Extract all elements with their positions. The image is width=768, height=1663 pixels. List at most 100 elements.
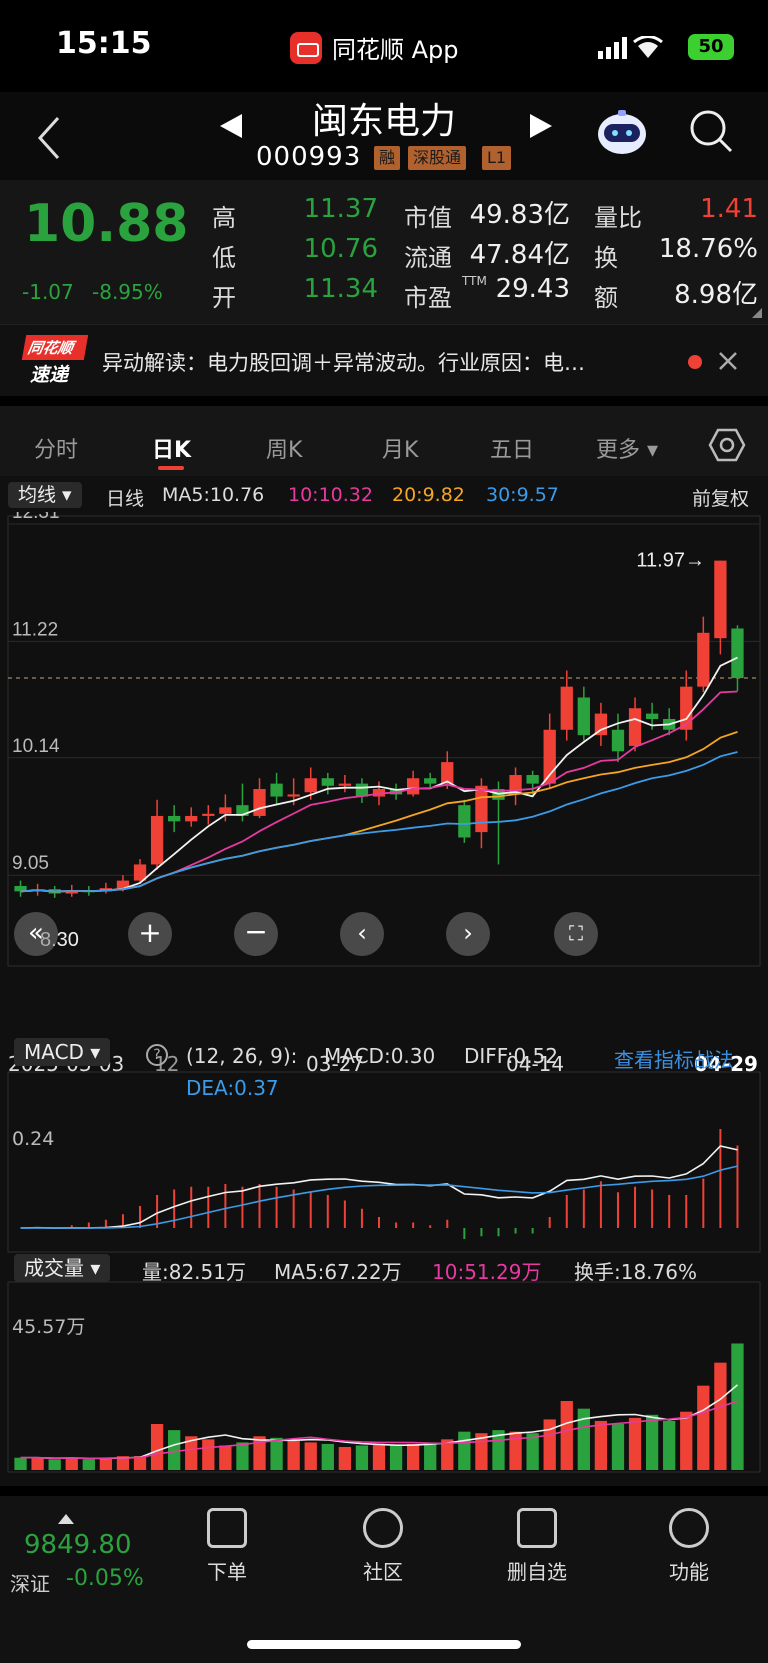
kline-svg[interactable]: 12.3111.2210.149.0511.97→8.30 [0, 512, 768, 1486]
close-icon[interactable] [718, 351, 738, 371]
next-stock-icon[interactable] [528, 112, 554, 140]
nav-functions[interactable]: 功能 [634, 1508, 744, 1585]
zoom-in-icon[interactable]: + [128, 912, 172, 956]
nav-community[interactable]: 社区 [328, 1508, 438, 1585]
volume-bar [150, 1424, 164, 1470]
nav-community-label: 社区 [363, 1560, 403, 1584]
community-star-icon [363, 1508, 403, 1548]
nav-remove-watchlist[interactable]: 删自选 [482, 1508, 592, 1585]
unread-dot-icon [688, 355, 702, 369]
tab-daily-k[interactable]: 日K [152, 432, 191, 464]
volume-bar [526, 1433, 539, 1470]
ma20-value: 20:9.82 [392, 484, 465, 506]
macd-selector-label: MACD [24, 1040, 84, 1064]
candle-body [150, 815, 164, 865]
candle-body [287, 794, 300, 797]
volume-bar [543, 1419, 556, 1470]
nav-order-label: 下单 [207, 1560, 247, 1584]
open-label: 开 [212, 284, 236, 312]
candle-body [406, 778, 420, 795]
order-doc-icon [207, 1508, 247, 1548]
fullscreen-icon[interactable]: ⛶ [554, 912, 598, 956]
zoom-out-icon[interactable]: − [234, 912, 278, 956]
news-bar[interactable]: 同花顺 速递 异动解读：电力股回调＋异常波动。行业原因：电… [0, 324, 768, 396]
y-axis-label: 10.14 [12, 736, 60, 757]
help-icon[interactable]: ? [146, 1044, 168, 1066]
kline-chart-area[interactable]: 均线 ▾ 日线 MA5:10.76 10:10.32 20:9.82 30:9.… [0, 476, 768, 1486]
price-change: -1.07 [22, 280, 74, 304]
tab-more[interactable]: 更多 ▾ [596, 432, 658, 464]
period-tabs: 分时 日K 周K 月K 五日 更多 ▾ [0, 396, 768, 476]
volume-bar [714, 1362, 727, 1470]
back-to-app[interactable]: 同花顺 App [290, 30, 459, 65]
tab-monthly-k[interactable]: 月K [382, 432, 418, 464]
macd-frame [7, 1071, 761, 1253]
search-icon[interactable] [688, 108, 734, 154]
indicator-selector[interactable]: 均线 ▾ [8, 482, 82, 508]
turnover-label: 换 [594, 244, 618, 272]
volume-bar [287, 1439, 300, 1470]
volume-bar [406, 1443, 420, 1470]
nav-order[interactable]: 下单 [172, 1508, 282, 1585]
settings-icon[interactable] [708, 426, 746, 464]
index-value[interactable]: 9849.80 [24, 1530, 132, 1560]
turnover-value: 18.76% [658, 234, 758, 264]
volume-bar [82, 1459, 95, 1470]
chevron-down-icon: ▾ [640, 438, 659, 463]
tab-five-day[interactable]: 五日 [490, 432, 534, 464]
candle-body [185, 815, 198, 822]
volume-bar [372, 1443, 386, 1470]
volume-bar [31, 1457, 44, 1470]
remove-watchlist-icon [517, 1508, 557, 1548]
volume-bar [663, 1420, 676, 1470]
active-tab-indicator [158, 466, 184, 470]
index-change: -0.05% [66, 1566, 144, 1591]
float-value: 47.84亿 [469, 240, 570, 270]
price-change-pct: -8.95% [92, 280, 163, 304]
volume-bar [14, 1457, 27, 1470]
adjust-mode[interactable]: 前复权 [692, 484, 749, 511]
clock: 15:15 [56, 26, 152, 61]
volume-selector[interactable]: 成交量 ▾ [14, 1254, 111, 1282]
menu-icon [669, 1508, 709, 1548]
scroll-right-icon[interactable]: › [446, 912, 490, 956]
macd-strategy-link[interactable]: 查看指标战法 [614, 1044, 734, 1073]
volume-ma10: 10:51.29万 [432, 1260, 542, 1284]
volume-bar [645, 1414, 659, 1470]
tab-weekly-k[interactable]: 周K [266, 432, 302, 464]
volume-bar [219, 1445, 232, 1470]
expand-up-icon[interactable] [58, 1514, 74, 1524]
macd-params: (12, 26, 9): [186, 1044, 298, 1068]
macd-selector[interactable]: MACD ▾ [14, 1038, 111, 1066]
kline-frame [7, 515, 761, 967]
prev-stock-icon[interactable] [218, 112, 244, 140]
candle-body [560, 686, 573, 730]
candle-body [458, 805, 471, 838]
low-value: 10.76 [303, 234, 378, 264]
tab-more-label: 更多 [596, 438, 641, 463]
app-icon [290, 31, 322, 64]
robot-assistant-icon[interactable] [596, 108, 648, 158]
volume-bar [236, 1442, 249, 1470]
scroll-left-icon[interactable]: ‹ [340, 912, 384, 956]
expand-corner-icon[interactable] [752, 308, 762, 318]
macd-y-label: 0.24 [12, 1128, 55, 1150]
candle-body [270, 783, 283, 797]
volume-bar [202, 1439, 215, 1470]
scroll-left-fast-icon[interactable]: « [14, 912, 58, 956]
pe-label: 市盈 [404, 284, 452, 312]
y-axis-label: 12.31 [12, 512, 60, 523]
home-indicator[interactable] [247, 1640, 521, 1649]
ma10-value: 10:10.32 [288, 484, 373, 506]
mcap-value: 49.83亿 [469, 200, 570, 230]
volume-bar [48, 1459, 61, 1470]
news-text[interactable]: 异动解读：电力股回调＋异常波动。行业原因：电… [102, 347, 672, 377]
tab-intraday[interactable]: 分时 [34, 432, 78, 464]
period-label: 日线 [106, 488, 145, 510]
news-logo-bottom: 速递 [30, 364, 69, 386]
volume-bar [389, 1445, 403, 1470]
stock-name: 闽东电力 [311, 101, 456, 142]
news-logo-top: 同花顺 [21, 335, 89, 360]
volume-bar [560, 1401, 573, 1470]
amount-label: 额 [594, 284, 618, 312]
